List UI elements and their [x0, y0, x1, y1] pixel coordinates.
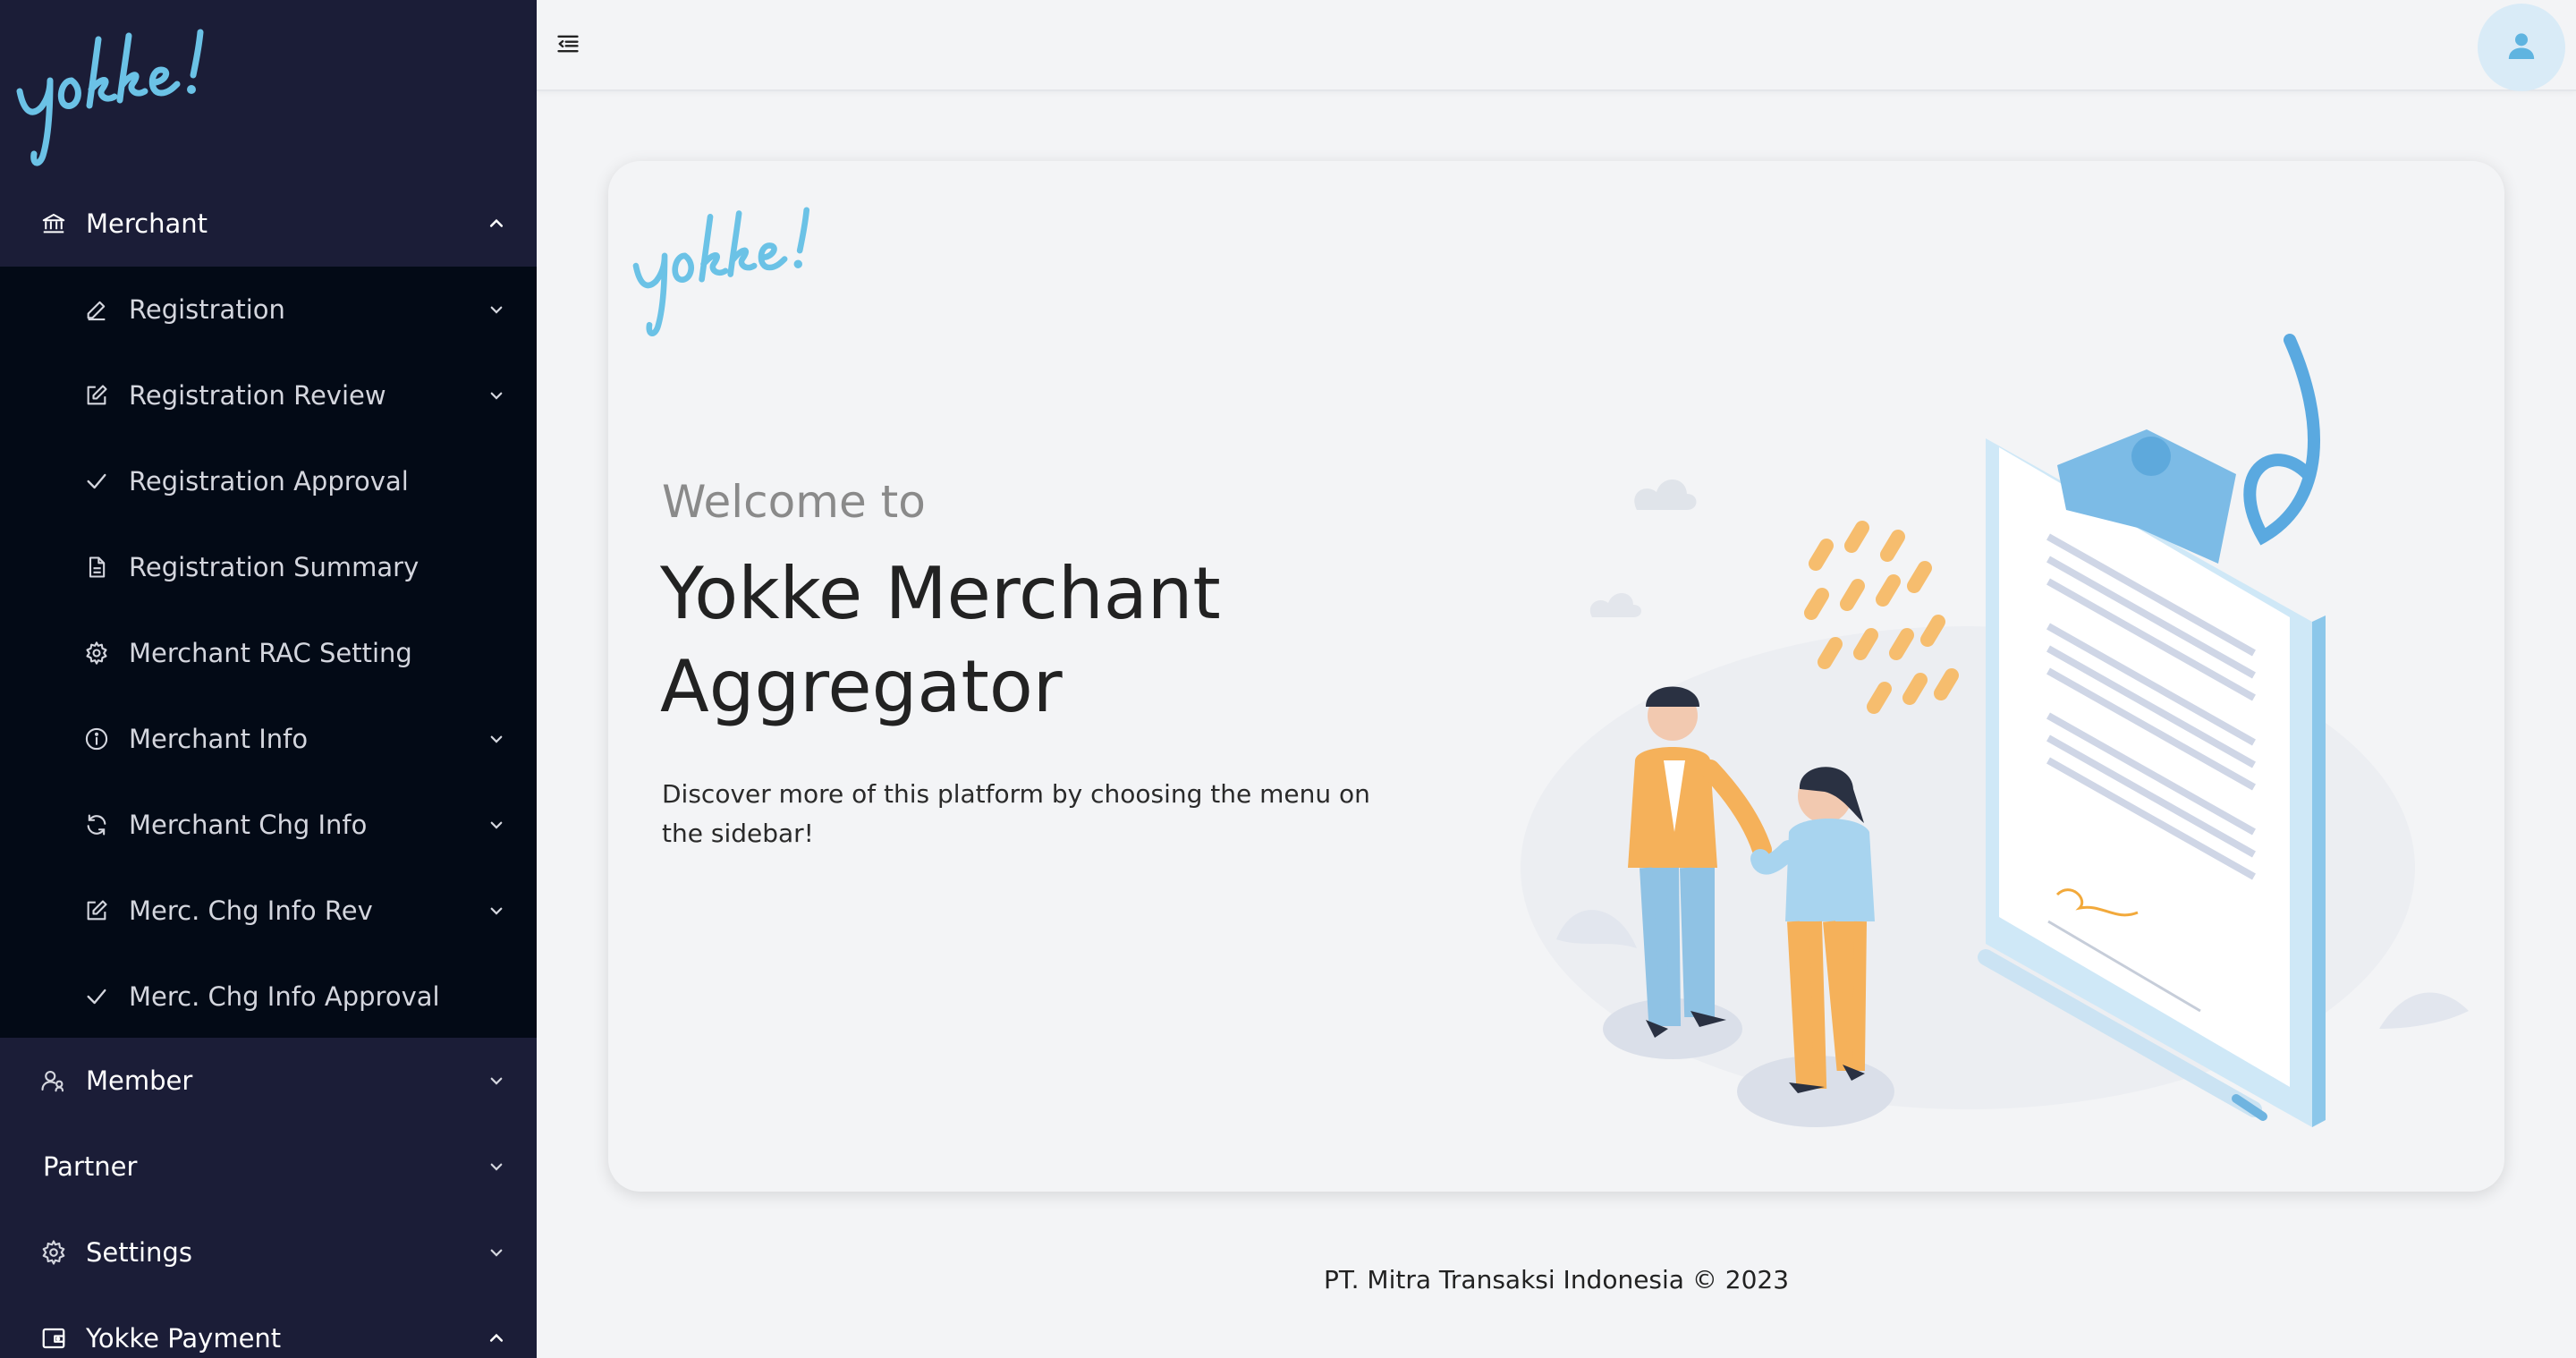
user-icon [2504, 28, 2539, 67]
welcome-subtitle: Welcome to [662, 476, 926, 528]
sidebar-item-merc-chg-info-approval[interactable]: Merc. Chg Info Approval [0, 954, 537, 1040]
welcome-card: Welcome to Yokke Merchant Aggregator Dis… [608, 161, 2504, 1192]
bank-icon [39, 209, 68, 238]
sidebar-item-merc-chg-info-rev[interactable]: Merc. Chg Info Rev [0, 868, 537, 954]
yokke-logo[interactable] [13, 13, 218, 174]
chevron-down-icon [487, 1157, 506, 1176]
chevron-down-icon [487, 300, 506, 319]
sidebar-item-registration-summary[interactable]: Registration Summary [0, 524, 537, 610]
chevron-down-icon [487, 729, 506, 749]
chevron-down-icon [487, 901, 506, 921]
sidebar-item-label: Registration Summary [129, 552, 419, 582]
chevron-down-icon [487, 386, 506, 405]
sidebar-item-label: Merchant Chg Info [129, 810, 368, 840]
sidebar-item-label: Merc. Chg Info Approval [129, 981, 440, 1012]
sidebar-item-registration-review[interactable]: Registration Review [0, 352, 537, 438]
sidebar-item-merchant-rac-setting[interactable]: Merchant RAC Setting [0, 610, 537, 696]
sidebar-item-settings[interactable]: Settings [0, 1209, 537, 1295]
info-icon [82, 725, 111, 753]
sidebar-item-partner[interactable]: Partner [0, 1124, 537, 1209]
user-avatar[interactable] [2478, 4, 2565, 91]
sidebar-item-label: Partner [43, 1151, 138, 1182]
chevron-down-icon [487, 1071, 506, 1091]
users-icon [39, 1066, 68, 1095]
menu-collapse-icon[interactable] [553, 29, 583, 59]
chevron-down-icon [487, 1243, 506, 1262]
chevron-up-icon [487, 214, 506, 233]
chevron-up-icon [487, 1328, 506, 1348]
page-description: Discover more of this platform by choosi… [662, 779, 1370, 848]
sidebar-item-registration-approval[interactable]: Registration Approval [0, 438, 537, 524]
sidebar-item-label: Registration Review [129, 380, 386, 411]
sidebar-item-label: Merc. Chg Info Rev [129, 895, 373, 926]
wallet-icon [39, 1324, 68, 1353]
page-title: Yokke Merchant Aggregator [660, 552, 1221, 728]
yokke-logo [619, 191, 834, 344]
gear-icon [39, 1238, 68, 1267]
sidebar: Merchant Registration Registration Revie… [0, 0, 537, 1358]
gear-icon [82, 639, 111, 667]
chevron-down-icon [487, 815, 506, 835]
check-icon [82, 467, 111, 496]
sidebar-item-label: Registration [129, 294, 285, 325]
sidebar-item-label: Registration Approval [129, 466, 409, 497]
topbar [537, 0, 2576, 91]
pencil-icon [82, 295, 111, 324]
sidebar-item-label: Merchant Info [129, 724, 309, 754]
sidebar-item-member[interactable]: Member [0, 1038, 537, 1124]
sidebar-item-yokke-payment[interactable]: Yokke Payment [0, 1295, 537, 1358]
sidebar-item-label: Merchant RAC Setting [129, 638, 412, 668]
edit-square-icon [82, 381, 111, 410]
sidebar-item-label: Member [86, 1065, 193, 1096]
sidebar-item-merchant-info[interactable]: Merchant Info [0, 696, 537, 782]
handshake-illustration [1521, 242, 2487, 1181]
edit-square-icon [82, 896, 111, 925]
sidebar-item-label: Settings [86, 1237, 192, 1268]
footer-copyright: PT. Mitra Transaksi Indonesia © 2023 [1323, 1265, 1790, 1294]
sidebar-item-merchant-chg-info[interactable]: Merchant Chg Info [0, 782, 537, 868]
check-icon [82, 982, 111, 1011]
document-icon [82, 553, 111, 581]
sidebar-item-registration[interactable]: Registration [0, 267, 537, 352]
refresh-icon [82, 811, 111, 839]
sidebar-item-label: Yokke Payment [86, 1323, 282, 1354]
sidebar-item-label: Merchant [86, 208, 208, 239]
sidebar-item-merchant[interactable]: Merchant [0, 181, 537, 267]
